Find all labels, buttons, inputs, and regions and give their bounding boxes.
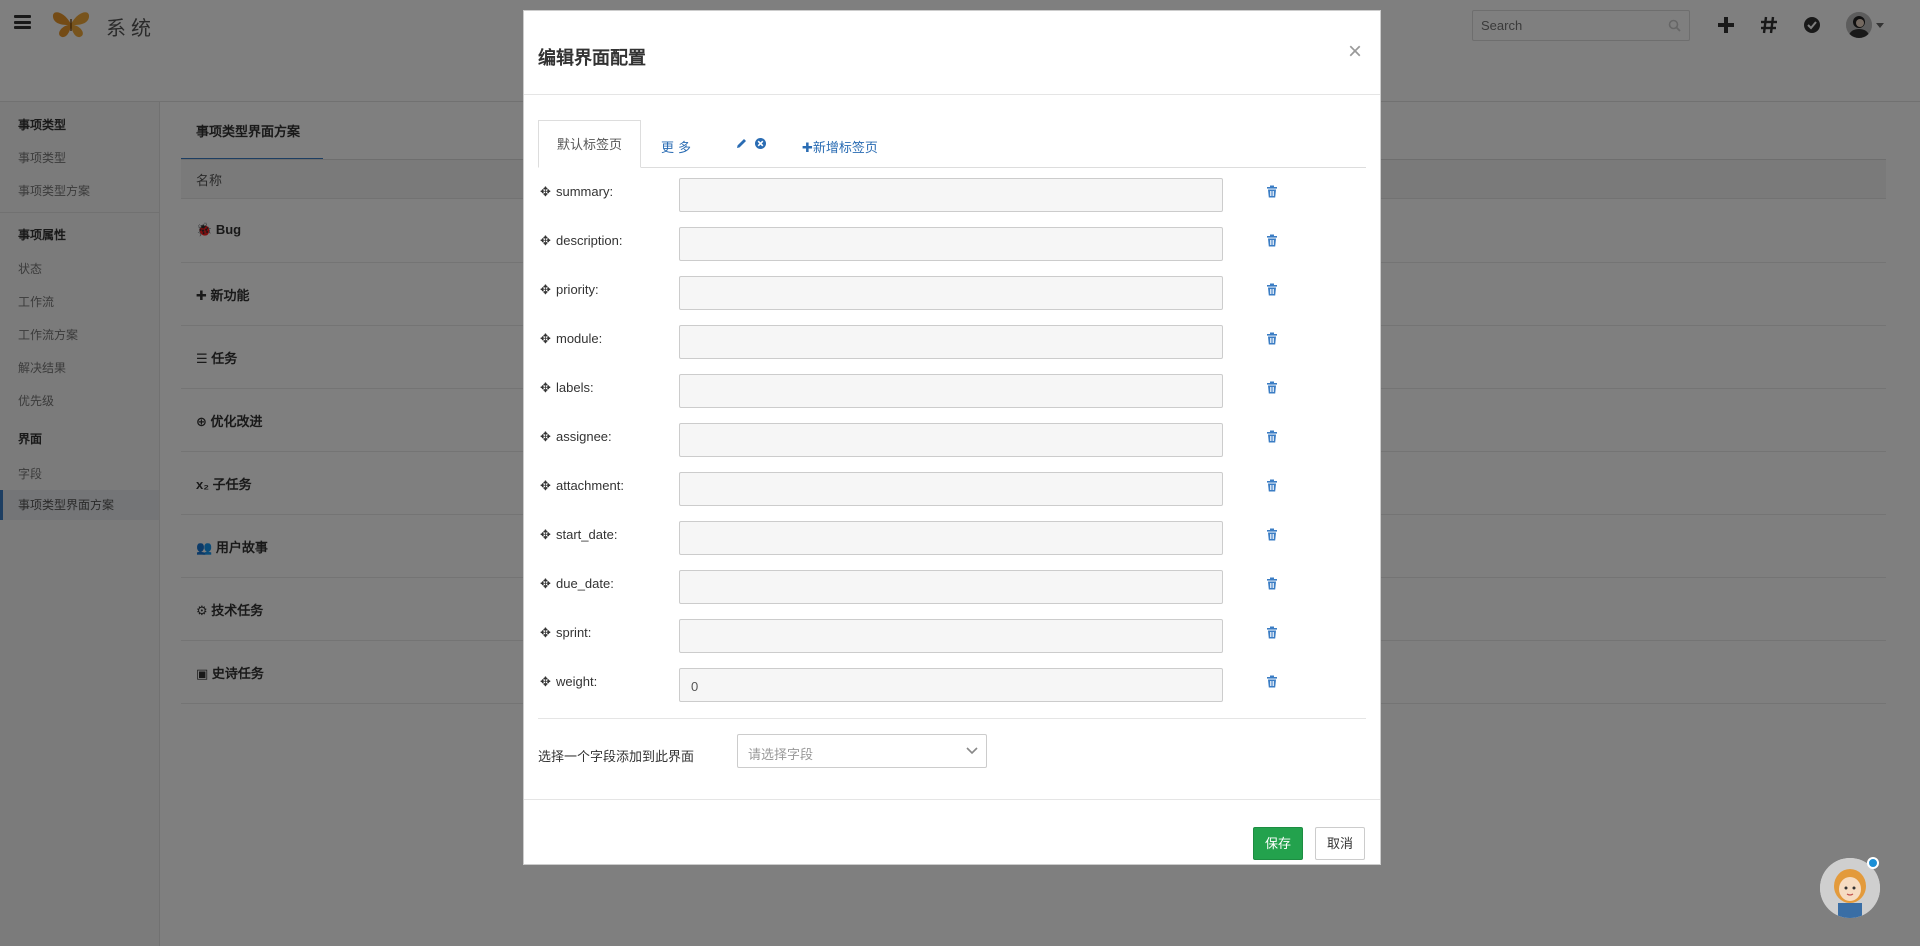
field-label: weight: [556, 674, 598, 689]
field-input[interactable] [679, 521, 1223, 555]
field-row-description: ✥ description: [538, 227, 1366, 267]
save-button[interactable]: 保存 [1253, 827, 1303, 860]
field-row-module: ✥ module: [538, 325, 1366, 365]
drag-handle-icon[interactable]: ✥ [540, 674, 551, 690]
drag-handle-icon[interactable]: ✥ [540, 282, 551, 298]
trash-icon[interactable] [1266, 234, 1278, 250]
field-row-start-date: ✥ start_date: [538, 521, 1366, 561]
field-row-priority: ✥ priority: [538, 276, 1366, 316]
edit-screen-config-modal: 编辑界面配置 × 默认标签页 更多 ✚新增标签页 ✥ summary: ✥ de… [523, 10, 1381, 865]
trash-icon[interactable] [1266, 577, 1278, 593]
add-field-label: 选择一个字段添加到此界面 [538, 749, 695, 764]
cancel-button[interactable]: 取消 [1315, 827, 1365, 860]
trash-icon[interactable] [1266, 283, 1278, 299]
modal-tabs: 默认标签页 更多 ✚新增标签页 [538, 110, 1366, 168]
field-input[interactable] [679, 178, 1223, 212]
drag-handle-icon[interactable]: ✥ [540, 625, 551, 641]
field-input[interactable] [679, 276, 1223, 310]
field-label: priority: [556, 282, 599, 297]
drag-handle-icon[interactable]: ✥ [540, 429, 551, 445]
modal-footer: 保存 取消 [524, 799, 1380, 865]
notification-dot [1867, 857, 1879, 869]
field-row-labels: ✥ labels: [538, 374, 1366, 414]
drag-handle-icon[interactable]: ✥ [540, 576, 551, 592]
drag-handle-icon[interactable]: ✥ [540, 184, 551, 200]
divider [538, 718, 1366, 719]
drag-handle-icon[interactable]: ✥ [540, 331, 551, 347]
trash-icon[interactable] [1266, 479, 1278, 495]
field-input[interactable] [679, 227, 1223, 261]
remove-circle-icon[interactable] [754, 137, 767, 150]
field-label: description: [556, 233, 623, 248]
field-row-assignee: ✥ assignee: [538, 423, 1366, 463]
field-label: attachment: [556, 478, 624, 493]
field-input[interactable]: 0 [679, 668, 1223, 702]
field-label: assignee: [556, 429, 612, 444]
trash-icon[interactable] [1266, 626, 1278, 642]
pencil-icon[interactable] [735, 137, 748, 150]
add-tab-button[interactable]: ✚新增标签页 [802, 137, 878, 156]
add-tab-label: 新增标签页 [812, 140, 878, 155]
drag-handle-icon[interactable]: ✥ [540, 527, 551, 543]
modal-header: 编辑界面配置 × [524, 11, 1380, 95]
field-select-dropdown[interactable]: 请选择字段 [737, 734, 987, 768]
trash-icon[interactable] [1266, 675, 1278, 691]
trash-icon[interactable] [1266, 185, 1278, 201]
chevron-down-icon [966, 747, 978, 755]
field-row-due-date: ✥ due_date: [538, 570, 1366, 610]
field-input[interactable] [679, 472, 1223, 506]
field-row-weight: ✥ weight: 0 [538, 668, 1366, 708]
field-label: labels: [556, 380, 594, 395]
tab-default[interactable]: 默认标签页 [538, 120, 641, 168]
field-label: summary: [556, 184, 614, 199]
plus-icon: ✚ [802, 140, 813, 155]
field-input[interactable] [679, 570, 1223, 604]
drag-handle-icon[interactable]: ✥ [540, 233, 551, 249]
select-placeholder: 请选择字段 [748, 747, 814, 762]
trash-icon[interactable] [1266, 430, 1278, 446]
field-label: module: [556, 331, 603, 346]
close-icon[interactable]: × [1348, 40, 1362, 64]
field-input[interactable] [679, 374, 1223, 408]
field-label: due_date: [556, 576, 614, 591]
trash-icon[interactable] [1266, 332, 1278, 348]
field-label: sprint: [556, 625, 592, 640]
field-input[interactable] [679, 619, 1223, 653]
field-label: start_date: [556, 527, 618, 542]
drag-handle-icon[interactable]: ✥ [540, 478, 551, 494]
field-row-attachment: ✥ attachment: [538, 472, 1366, 512]
trash-icon[interactable] [1266, 381, 1278, 397]
field-row-summary: ✥ summary: [538, 178, 1366, 218]
field-row-sprint: ✥ sprint: [538, 619, 1366, 659]
field-input[interactable] [679, 325, 1223, 359]
field-input[interactable] [679, 423, 1223, 457]
drag-handle-icon[interactable]: ✥ [540, 380, 551, 396]
tab-more[interactable]: 更多 [661, 137, 695, 156]
trash-icon[interactable] [1266, 528, 1278, 544]
modal-title: 编辑界面配置 [538, 48, 646, 68]
